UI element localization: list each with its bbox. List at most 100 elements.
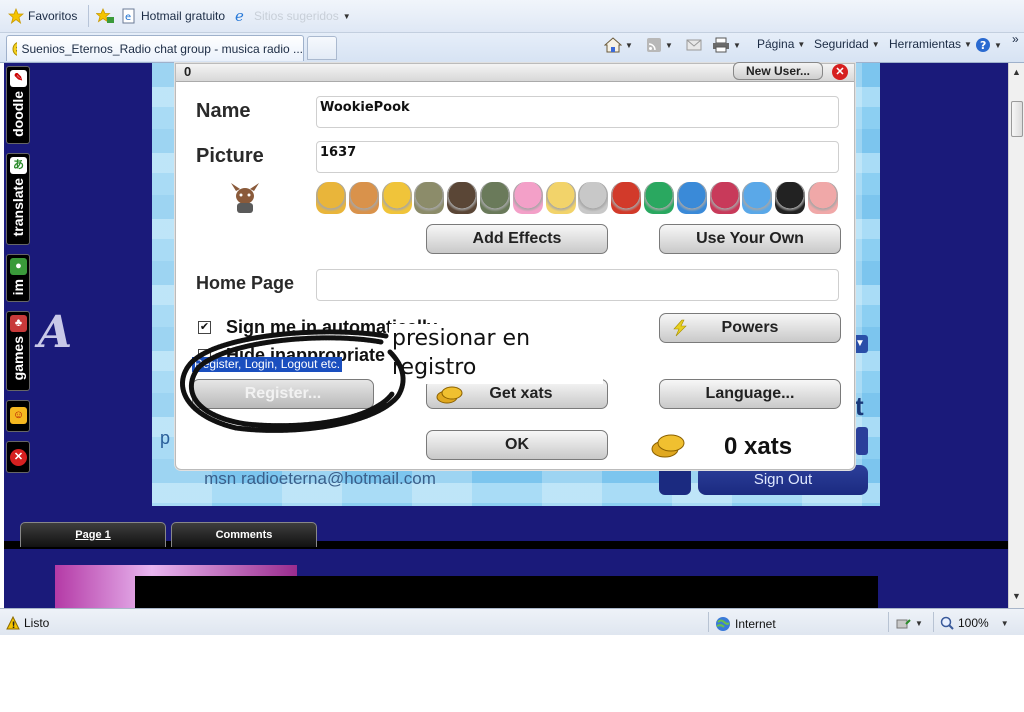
- scroll-down-icon[interactable]: ▼: [1012, 591, 1021, 601]
- home-button[interactable]: ▼: [604, 37, 633, 53]
- sidebar-item-games[interactable]: ♣ games: [6, 311, 30, 391]
- page-menu[interactable]: Página ▼: [757, 37, 805, 51]
- avatar-option[interactable]: [414, 182, 445, 214]
- svg-text:e: e: [125, 12, 131, 23]
- close-icon[interactable]: ✕: [832, 64, 848, 80]
- security-zone[interactable]: Internet: [715, 616, 776, 632]
- chevron-down-icon: ▼: [342, 11, 351, 21]
- sidebar-item-label: im: [10, 279, 26, 296]
- suggested-sites-label: Sitios sugeridos: [254, 9, 339, 23]
- avatar-option[interactable]: [512, 182, 543, 214]
- feeds-button[interactable]: ▼: [646, 37, 673, 53]
- tab-chat[interactable]: Suenios_Eternos_Radio chat group - music…: [6, 35, 304, 61]
- chat-partial-text: p: [160, 428, 171, 448]
- chevron-down-icon: ▼: [964, 39, 972, 49]
- name-input[interactable]: WookiePook: [316, 96, 839, 128]
- tools-menu[interactable]: Herramientas ▼: [889, 37, 972, 51]
- help-button[interactable]: ? ▼: [975, 37, 1002, 53]
- chat-side-button[interactable]: [856, 427, 868, 455]
- get-xats-label: Get xats: [489, 385, 553, 402]
- avatar-option[interactable]: [578, 182, 609, 214]
- smiley-face-icon: ☺: [10, 407, 27, 424]
- ok-button[interactable]: OK: [426, 430, 608, 460]
- coins-icon: [651, 434, 685, 458]
- sidebar-item-doodle[interactable]: ✎ doodle: [6, 66, 30, 144]
- rss-icon: [647, 38, 661, 52]
- sidebar-close-button[interactable]: ✕: [6, 441, 30, 473]
- avatar-option[interactable]: [775, 182, 806, 214]
- translate-icon: あ: [10, 157, 27, 174]
- add-effects-button[interactable]: Add Effects: [426, 224, 608, 254]
- avatar-option[interactable]: [348, 182, 379, 214]
- sidebar-item-label: games: [10, 336, 26, 381]
- more-commands-button[interactable]: »: [1012, 32, 1019, 46]
- avatar-option[interactable]: [709, 182, 740, 214]
- powers-label: Powers: [721, 319, 779, 336]
- scribble-circle-annotation: [180, 329, 406, 433]
- language-button[interactable]: Language...: [659, 379, 841, 409]
- safety-menu[interactable]: Seguridad ▼: [814, 37, 880, 51]
- new-user-button[interactable]: New User...: [733, 62, 823, 80]
- printer-icon: [713, 37, 729, 53]
- use-your-own-button[interactable]: Use Your Own: [659, 224, 841, 254]
- add-favorite-button[interactable]: [96, 8, 114, 24]
- avatar-option[interactable]: [742, 182, 773, 214]
- home-page-input[interactable]: [316, 269, 839, 301]
- ie-page-icon: e: [122, 8, 135, 24]
- tab-page-1[interactable]: Page 1: [20, 522, 166, 547]
- avatar-option[interactable]: [611, 182, 642, 214]
- scrollbar-thumb[interactable]: [1011, 101, 1023, 137]
- avatar-option[interactable]: [480, 182, 510, 214]
- avatar-option[interactable]: [381, 182, 412, 214]
- games-icon: ♣: [10, 315, 27, 332]
- zoom-label: 100%: [958, 616, 989, 630]
- avatar-option[interactable]: [447, 182, 478, 214]
- msn-contact-text: msn radioeterna@hotmail.com: [204, 469, 436, 488]
- favorites-bar: Favoritos e Hotmail gratuito e Sitios su…: [0, 0, 1024, 33]
- ie-logo-icon: e: [235, 8, 244, 24]
- warning-icon: !: [6, 616, 20, 630]
- home-icon: [604, 37, 622, 53]
- sidebar-smiley-button[interactable]: ☺: [6, 400, 30, 432]
- banner-black-block: [135, 576, 878, 608]
- sidebar-item-translate[interactable]: あ translate: [6, 153, 30, 245]
- new-tab-button[interactable]: [307, 36, 337, 60]
- avatar-option[interactable]: [545, 182, 576, 214]
- print-button[interactable]: ▼: [712, 37, 741, 53]
- doodle-icon: ✎: [10, 70, 27, 87]
- picture-input[interactable]: 1637: [316, 141, 839, 173]
- profile-dialog: 0 New User... ✕ Name WookiePook Picture …: [175, 62, 855, 470]
- tab-comments[interactable]: Comments: [171, 522, 317, 547]
- page-menu-label: Página: [757, 37, 795, 51]
- favorites-label: Favoritos: [28, 9, 78, 23]
- favorites-button[interactable]: Favoritos: [8, 8, 77, 24]
- svg-text:!: !: [12, 621, 16, 630]
- avatar-option[interactable]: [644, 182, 674, 214]
- read-mail-button[interactable]: [686, 37, 702, 53]
- chevron-down-icon: ▼: [994, 40, 1002, 50]
- current-avatar: [231, 183, 259, 213]
- zoom-control[interactable]: 100% ▼: [940, 616, 1009, 630]
- annotation-line-1: presionar en: [392, 326, 531, 351]
- scroll-up-icon[interactable]: ▲: [1012, 67, 1021, 77]
- chevron-down-icon: ▼: [733, 40, 741, 50]
- hotmail-link[interactable]: e Hotmail gratuito: [121, 8, 225, 24]
- avatar-option[interactable]: [316, 182, 346, 214]
- dialog-top-value: 0: [184, 64, 192, 79]
- avatar-option[interactable]: [808, 182, 838, 214]
- mail-icon: [686, 39, 702, 51]
- dialog-title-bar: 0 New User... ✕: [176, 62, 854, 82]
- vertical-scrollbar[interactable]: ▲ ▼: [1008, 63, 1024, 608]
- chevron-down-icon: ▼: [915, 618, 923, 628]
- suggested-sites-button[interactable]: e Sitios sugeridos ▼: [234, 8, 351, 24]
- chat-logo: A: [38, 307, 73, 358]
- status-bar: ! Listo Internet ▼ 100% ▼: [0, 608, 1024, 635]
- chat-partial-letter: t: [855, 391, 864, 421]
- protected-mode-button[interactable]: ▼: [895, 616, 923, 630]
- powers-button[interactable]: Powers: [659, 313, 841, 343]
- svg-text:?: ?: [980, 39, 986, 52]
- sidebar-item-im[interactable]: ● im: [6, 254, 30, 302]
- avatar-option[interactable]: [676, 182, 707, 214]
- sidebar-item-label: doodle: [10, 91, 26, 137]
- lightning-icon: [673, 319, 687, 337]
